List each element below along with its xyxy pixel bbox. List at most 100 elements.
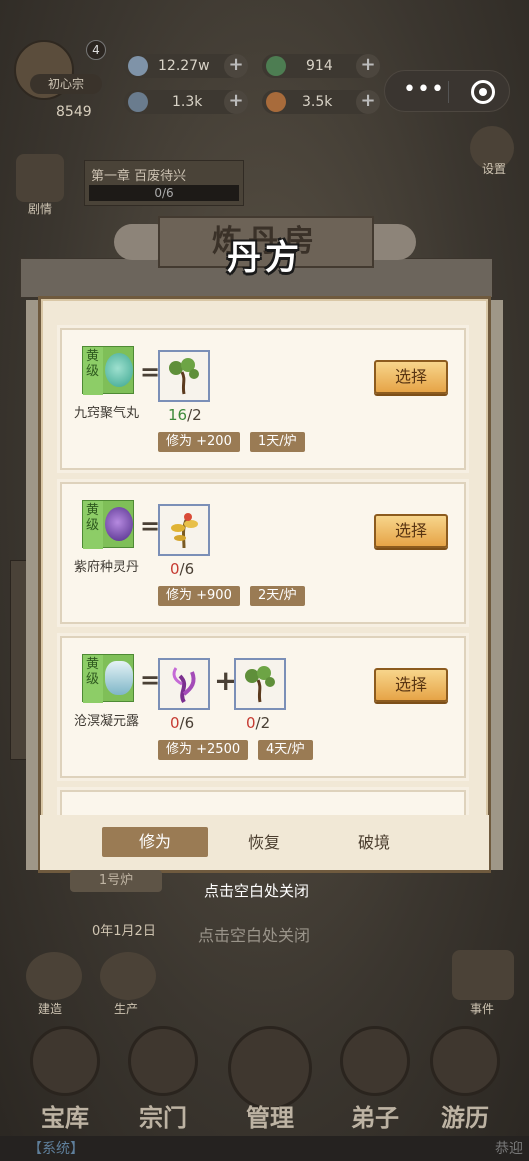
system-channel: 【系统】 [28, 1141, 84, 1157]
close-target-icon[interactable] [471, 80, 495, 104]
add-pill-button[interactable]: + [356, 90, 380, 114]
spirit-stone-icon [128, 56, 148, 76]
time-tag: 1天/炉 [250, 432, 305, 452]
grade-label: 黄级 [83, 501, 103, 549]
pill-resource: 3.5k + [262, 90, 380, 114]
spirit-stone-resource: 12.27w + [124, 54, 248, 78]
essence-icon [128, 92, 148, 112]
mini-program-capsule: ••• [384, 70, 510, 112]
system-message: 恭迎 [495, 1141, 523, 1157]
select-button[interactable]: 选择 [374, 514, 448, 548]
nav-label: 弟子 [351, 1103, 399, 1132]
nav-label: 宗门 [139, 1103, 187, 1132]
event-icon[interactable] [452, 950, 514, 1000]
essence-value: 1.3k [172, 94, 203, 110]
pill-name: 沧溟凝元露 [74, 714, 140, 729]
ingredient-slot[interactable] [158, 350, 210, 402]
game-date: 0年1月2日 [92, 924, 156, 939]
close-hint[interactable]: 点击空白处关闭 [204, 880, 309, 901]
jade-value: 914 [306, 58, 333, 74]
produce-label: 生产 [114, 1002, 139, 1016]
ingredient-have: 0 [170, 714, 180, 732]
time-tag: 2天/炉 [250, 586, 305, 606]
more-button[interactable]: ••• [403, 77, 445, 102]
effect-tag: 修为 +200 [158, 432, 240, 452]
event-label: 事件 [470, 1002, 495, 1016]
recipe-card: 黄级 紫府种灵丹 = 0/6 修为 +900 2天/炉 选择 [60, 482, 466, 624]
purple-herb-icon [172, 667, 196, 704]
select-button[interactable]: 选择 [374, 668, 448, 702]
effect-tag: 修为 +2500 [158, 740, 249, 760]
chapter-title: 第一章 百废待兴 [91, 169, 187, 184]
ingredient-need: /6 [179, 560, 195, 578]
build-label: 建造 [38, 1002, 63, 1016]
settings-label: 设置 [482, 162, 507, 176]
player-level: 4 [86, 40, 106, 60]
pill-name: 紫府种灵丹 [74, 560, 140, 575]
pill-badge: 黄级 [82, 654, 134, 703]
add-essence-button[interactable]: + [224, 90, 248, 114]
nav-manage[interactable]: 管理 [222, 1020, 318, 1132]
produce-icon[interactable] [100, 952, 156, 1000]
travel-icon [430, 1026, 500, 1096]
vial-icon [105, 661, 133, 695]
ingredient-need: /2 [255, 714, 271, 732]
ingredient-slot[interactable] [158, 658, 210, 710]
essence-resource: 1.3k + [124, 90, 248, 114]
panel-title: 丹方 [227, 238, 303, 278]
pill-value: 3.5k [302, 94, 333, 110]
ingredient-slot[interactable] [158, 504, 210, 556]
nav-label: 管理 [246, 1103, 294, 1132]
story-icon[interactable] [16, 154, 64, 202]
select-button[interactable]: 选择 [374, 360, 448, 394]
nav-travel[interactable]: 游历 [424, 1020, 506, 1132]
tab-breakthrough[interactable]: 破境 [358, 829, 390, 853]
pill-icon [266, 92, 286, 112]
build-icon[interactable] [26, 952, 82, 1000]
story-label: 剧情 [28, 202, 53, 216]
add-spirit-stone-button[interactable]: + [224, 54, 248, 78]
time-tag: 4天/炉 [258, 740, 313, 760]
grade-label: 黄级 [83, 347, 103, 395]
golden-herb-icon [171, 513, 198, 549]
effect-tag: 修为 +900 [158, 586, 240, 606]
pill-name: 九窍聚气丸 [74, 406, 140, 421]
system-message-bar: 【系统】 恭迎 [0, 1136, 529, 1161]
pill-badge: 黄级 [82, 500, 134, 549]
nav-label: 游历 [441, 1103, 489, 1132]
chapter-progress[interactable]: 第一章 百废待兴 0/6 [84, 160, 244, 206]
jade-resource: 914 + [262, 54, 380, 78]
ingredient-have: 0 [246, 714, 256, 732]
ingredient-count: 0/2 [246, 714, 306, 732]
ingredient-slot[interactable] [234, 658, 286, 710]
nav-treasury[interactable]: 宝库 [24, 1020, 106, 1132]
ingredient-have: 0 [170, 560, 180, 578]
recipe-card: 黄级 九窍聚气丸 = 16/2 修为 +200 1天/炉 选择 [60, 328, 466, 470]
spirit-stone-value: 12.27w [158, 58, 210, 74]
jade-pill-icon [105, 353, 133, 387]
combat-power: 8549 [56, 104, 92, 120]
recipe-card: 黄级 沧溟凝元露 = + 0/6 0/2 修为 +2500 4天/炉 选择 [60, 636, 466, 778]
tab-recovery[interactable]: 恢复 [248, 829, 280, 853]
nav-sect[interactable]: 宗门 [122, 1020, 204, 1132]
add-jade-button[interactable]: + [356, 54, 380, 78]
capsule-divider [448, 81, 449, 103]
ingredient-count: 0/6 [170, 714, 230, 732]
tab-cultivation[interactable]: 修为 [102, 827, 208, 857]
scroll-edge-right [489, 300, 503, 870]
recipe-tabs: 修为 恢复 破境 [40, 815, 489, 870]
furnace-label: 1号炉 [70, 870, 162, 892]
chapter-progress-bar: 0/6 [89, 185, 239, 201]
purple-pill-icon [105, 507, 133, 541]
bonsai-herb-icon [169, 358, 199, 395]
nav-label: 宝库 [41, 1103, 89, 1132]
ingredient-have: 16 [168, 406, 188, 424]
ingredient-need: /6 [179, 714, 195, 732]
ingredient-need: /2 [187, 406, 202, 424]
sect-gate-icon [128, 1026, 198, 1096]
jade-icon [266, 56, 286, 76]
nav-disciples[interactable]: 弟子 [334, 1020, 416, 1132]
pill-badge: 黄级 [82, 346, 134, 395]
grade-label: 黄级 [83, 655, 103, 703]
sect-name: 初心宗 [30, 74, 102, 94]
